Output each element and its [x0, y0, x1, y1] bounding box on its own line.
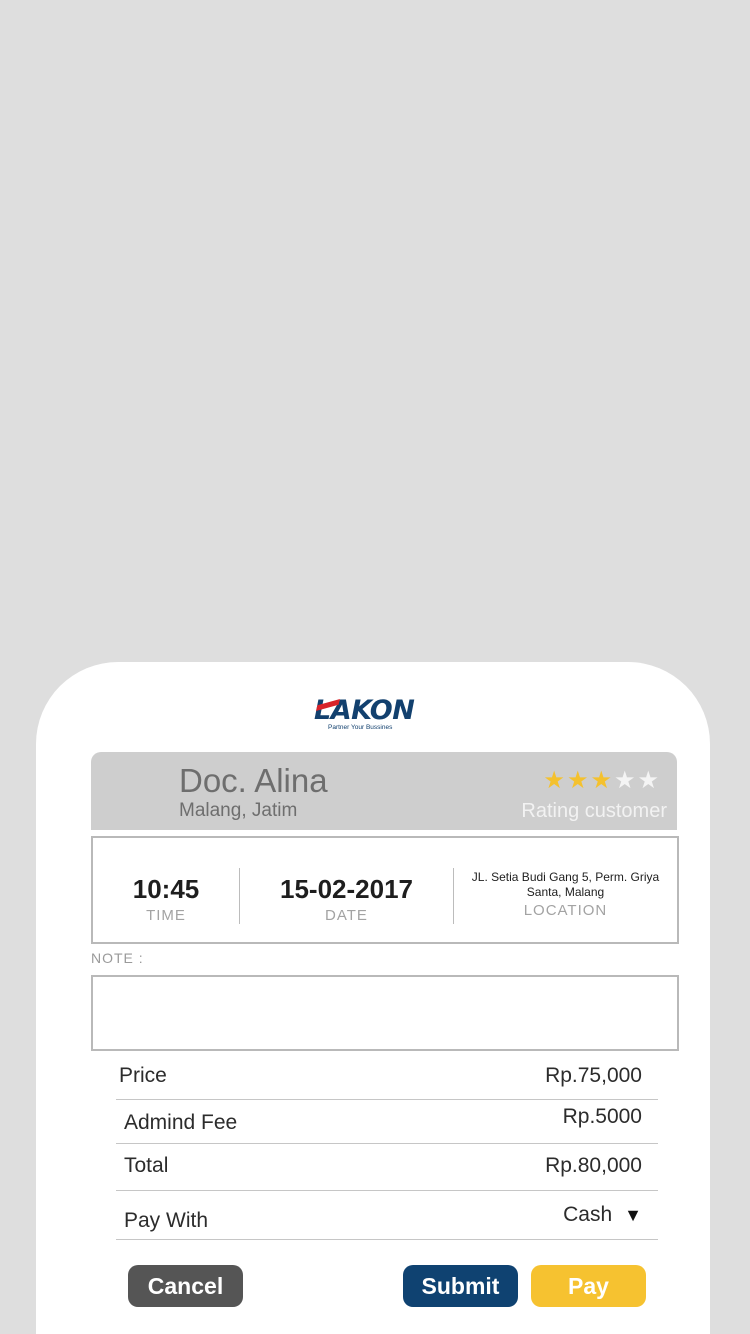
total-value: Rp.80,000	[545, 1154, 642, 1177]
location-label: LOCATION	[523, 902, 608, 919]
star-filled-icon: ★	[590, 767, 614, 794]
total-row: Total Rp.80,000	[116, 1144, 658, 1191]
price-label: Price	[119, 1064, 167, 1087]
total-label: Total	[124, 1154, 169, 1177]
payment-method-select[interactable]: Cash ▼	[563, 1203, 642, 1227]
pay-with-label: Pay With	[124, 1209, 209, 1232]
admin-fee-label: Admind Fee	[124, 1111, 238, 1134]
rating-stars: ★★★★★	[543, 766, 661, 795]
logo-tagline: Partner Your Bussines	[328, 724, 393, 731]
pay-button[interactable]: Pay	[531, 1265, 646, 1307]
customer-location: Malang, Jatim	[179, 800, 298, 821]
customer-name: Doc. Alina	[179, 762, 328, 799]
row-divider	[116, 1239, 658, 1240]
price-value: Rp.75,000	[545, 1064, 642, 1087]
date-block: 15-02-2017 DATE	[240, 838, 453, 942]
star-empty-icon: ★	[637, 767, 661, 794]
admin-fee-row: Admind Fee Rp.5000	[116, 1101, 658, 1144]
time-block: 10:45 TIME	[93, 838, 239, 942]
pay-with-row: Pay With Cash ▼	[116, 1191, 658, 1240]
note-input[interactable]	[91, 975, 679, 1051]
location-address: JL. Setia Budi Gang 5, Perm. Griya Santa…	[471, 870, 660, 899]
date-value: 15-02-2017	[280, 874, 413, 904]
appointment-info: 10:45 TIME 15-02-2017 DATE JL. Setia Bud…	[91, 836, 679, 944]
time-value: 10:45	[132, 874, 200, 904]
star-filled-icon: ★	[543, 767, 567, 794]
time-label: TIME	[146, 907, 186, 924]
payment-sheet: LAKON Partner Your Bussines Doc. Alina M…	[36, 662, 710, 1334]
location-block: JL. Setia Budi Gang 5, Perm. Griya Santa…	[454, 838, 677, 942]
customer-header: Doc. Alina Malang, Jatim ★★★★★ Rating cu…	[91, 752, 677, 830]
row-divider	[116, 1099, 658, 1100]
lakon-logo: LAKON Partner Your Bussines	[314, 696, 430, 736]
dropdown-triangle-icon: ▼	[624, 1205, 642, 1225]
admin-fee-value: Rp.5000	[562, 1105, 642, 1128]
note-label: NOTE :	[91, 950, 144, 966]
submit-button[interactable]: Submit	[403, 1265, 518, 1307]
logo-wordmark: LAKON	[314, 695, 415, 726]
rating-label: Rating customer	[521, 800, 667, 822]
date-label: DATE	[325, 907, 368, 924]
price-row: Price Rp.75,000	[116, 1058, 658, 1100]
payment-method-value: Cash	[563, 1203, 613, 1226]
star-filled-icon: ★	[566, 767, 591, 794]
star-empty-icon: ★	[613, 767, 638, 794]
cancel-button[interactable]: Cancel	[128, 1265, 243, 1307]
